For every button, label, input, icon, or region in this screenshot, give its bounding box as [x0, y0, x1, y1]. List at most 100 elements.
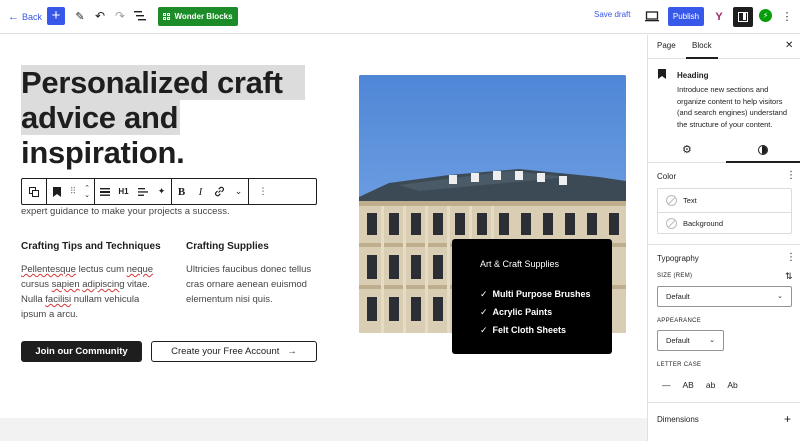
block-options-icon[interactable]: ⋮: [249, 179, 277, 204]
publish-button[interactable]: Publish: [668, 7, 704, 26]
supplies-card-title: Art & Craft Supplies: [480, 259, 560, 269]
plus-icon[interactable]: +: [784, 412, 791, 426]
inline-format-group: B I ⌄: [172, 179, 249, 204]
column-2-title: Crafting Supplies: [186, 241, 269, 252]
empty-swatch-icon: [666, 218, 677, 229]
options-group: ⋮: [249, 179, 277, 204]
intro-paragraph[interactable]: expert guidance to make your projects a …: [21, 206, 230, 217]
check-icon: ✓: [480, 289, 488, 299]
heading-line-1: Personalized craft: [21, 65, 305, 100]
align-icon[interactable]: [95, 179, 114, 204]
letter-case-lower[interactable]: ab: [706, 380, 715, 390]
more-vertical-icon[interactable]: ⋮: [781, 9, 793, 23]
create-account-button[interactable]: Create your Free Account →: [151, 341, 317, 362]
misspelled-word: adipiscing: [82, 279, 125, 290]
text-align-icon[interactable]: [133, 179, 152, 204]
size-label: SIZE (REM): [657, 273, 693, 279]
page-heading[interactable]: Personalized craft advice and inspiratio…: [21, 65, 305, 170]
letter-case-upper[interactable]: AB: [683, 380, 694, 390]
italic-button[interactable]: I: [191, 179, 210, 204]
link-icon[interactable]: [210, 179, 229, 204]
pencil-icon[interactable]: ✎: [73, 9, 87, 23]
tab-block[interactable]: Block: [692, 41, 712, 50]
font-size-select[interactable]: Default ⌄: [657, 286, 792, 307]
add-block-button[interactable]: +: [47, 7, 65, 25]
appearance-label: APPEARANCE: [657, 318, 702, 324]
close-icon[interactable]: ✕: [785, 40, 793, 51]
color-section-title[interactable]: Color: [657, 172, 676, 181]
heading-level-button[interactable]: H1: [114, 179, 133, 204]
dimensions-section-title[interactable]: Dimensions: [657, 415, 699, 424]
text-color-option[interactable]: Text: [658, 189, 791, 211]
empty-swatch-icon: [666, 194, 677, 206]
background-color-label: Background: [683, 219, 724, 228]
sparkle-icon[interactable]: ✦: [152, 179, 171, 204]
heading-line-3: inspiration.: [21, 135, 185, 170]
yoast-icon[interactable]: Y: [710, 7, 728, 26]
jetpack-icon[interactable]: ⚡: [759, 9, 772, 22]
misspelled-word: sapien: [51, 279, 80, 290]
column-2-text: Ultricies faucibus donec tellus cras orn…: [186, 264, 312, 305]
list-item-label: Multi Purpose Brushes: [492, 289, 591, 299]
tab-page[interactable]: Page: [657, 41, 676, 50]
drag-handle-icon[interactable]: ⠿: [66, 179, 80, 204]
text-run: cursus: [21, 279, 52, 290]
yoast-label: Y: [715, 10, 723, 23]
arrow-right-icon: →: [287, 346, 297, 357]
letter-case-capitalize[interactable]: Ab: [727, 380, 737, 390]
block-switcher-group: [22, 179, 47, 204]
block-card-description: Introduce new sections and organize cont…: [677, 85, 788, 129]
column-1-text: Pellentesque lectus cum neque cursus sap…: [21, 262, 161, 322]
active-tab-indicator: [686, 57, 718, 59]
chevron-down-icon: ⌄: [709, 337, 715, 344]
column-1-title: Crafting Tips and Techniques: [21, 241, 161, 252]
settings-sidebar: Page Block ✕ Heading Introduce new secti…: [647, 35, 800, 441]
typography-options-icon[interactable]: ⋮: [786, 252, 796, 263]
sidebar-toggle-icon[interactable]: [733, 7, 753, 27]
chevron-down-icon: ⌄: [777, 293, 783, 300]
chevron-down-icon[interactable]: ⌄: [229, 179, 248, 204]
supplies-list: ✓ Multi Purpose Brushes ✓ Acrylic Paints ✓…: [480, 285, 591, 339]
background-color-option[interactable]: Background: [658, 212, 791, 234]
redo-icon[interactable]: ↷: [113, 9, 127, 23]
misspelled-word: facilisi: [45, 294, 72, 305]
list-view-icon[interactable]: [133, 9, 147, 23]
letter-case-none[interactable]: —: [662, 380, 671, 390]
list-item-label: Acrylic Paints: [492, 307, 553, 317]
block-inspector-tabs: ⚙: [648, 139, 800, 163]
copy-block-icon[interactable]: [22, 179, 46, 204]
section-divider: [648, 402, 800, 403]
active-subtab-indicator: [726, 161, 800, 163]
settings-sliders-icon[interactable]: ⇅: [785, 271, 793, 282]
move-up-down-icon[interactable]: ⌃ ⌄: [80, 179, 94, 204]
bookmark-icon[interactable]: [47, 179, 66, 204]
preview-icon[interactable]: [644, 9, 660, 23]
typography-section-title[interactable]: Typography: [657, 254, 699, 263]
save-draft-button[interactable]: Save draft: [594, 10, 630, 19]
color-options-icon[interactable]: ⋮: [786, 170, 796, 181]
appearance-select[interactable]: Default ⌄: [657, 330, 724, 351]
editor-canvas: Personalized craft advice and inspiratio…: [0, 35, 647, 441]
undo-icon[interactable]: ↶: [93, 9, 107, 23]
wonder-blocks-label: Wonder Blocks: [174, 12, 233, 21]
block-card-title: Heading: [677, 71, 709, 80]
arrow-left-icon: ←: [8, 11, 19, 23]
list-item: ✓ Acrylic Paints: [480, 303, 591, 321]
canvas-footer-area: [0, 418, 647, 441]
list-item: ✓ Felt Cloth Sheets: [480, 321, 591, 339]
letter-case-label: LETTER CASE: [657, 362, 702, 368]
block-toolbar: ⠿ ⌃ ⌄ H1 ✦ B I ⌄ ⋮: [21, 178, 317, 205]
section-divider: [648, 244, 800, 245]
back-button[interactable]: ← Back: [8, 9, 42, 25]
wonder-blocks-button[interactable]: Wonder Blocks: [158, 7, 238, 26]
bold-button[interactable]: B: [172, 179, 191, 204]
misspelled-word: Pellentesque: [21, 264, 76, 275]
check-icon: ✓: [480, 307, 488, 317]
styles-icon[interactable]: [758, 145, 768, 155]
heading-line-2: advice and: [21, 100, 181, 135]
join-community-button[interactable]: Join our Community: [21, 341, 142, 362]
back-label: Back: [22, 12, 43, 22]
gear-icon[interactable]: ⚙: [682, 143, 692, 156]
text-color-label: Text: [683, 195, 697, 205]
font-size-value: Default: [666, 292, 690, 301]
